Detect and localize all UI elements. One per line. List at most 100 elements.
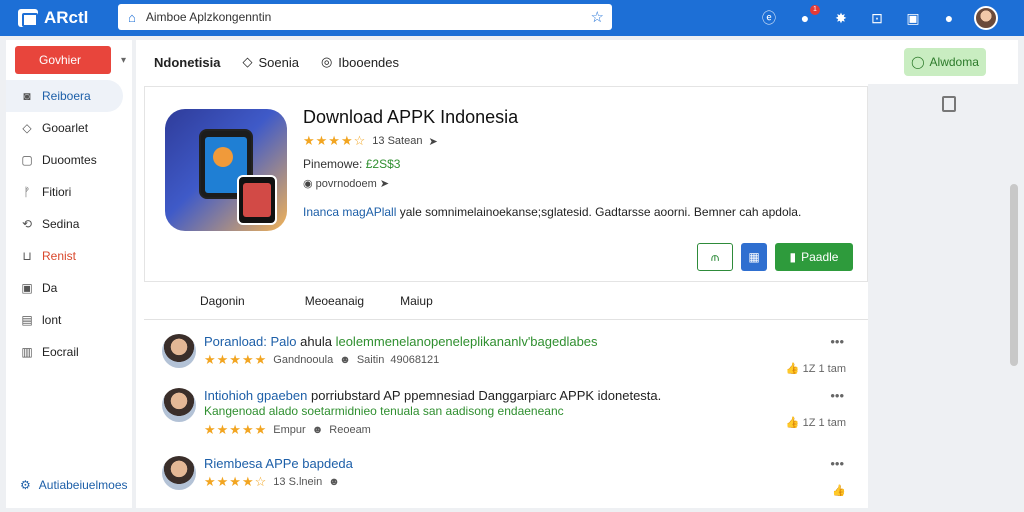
- review-subtitle: leolemmenelanopeneleplikananlv'bagedlabe…: [335, 334, 598, 349]
- download-icon: ▮: [789, 250, 797, 264]
- description-text: yale somnimelainoekanse;sglatesid. Gadta…: [399, 205, 802, 219]
- sidebar-item-eocrail[interactable]: ▥ Eocrail: [6, 336, 132, 368]
- top-bar: ARctl ⌂ Aimboe Aplzkongenntin ☆ ⓔ ● 1 ✸ ⊡…: [0, 0, 1024, 36]
- sidebar-item-duoomtes[interactable]: ▢ Duoomtes: [6, 144, 132, 176]
- tab-meoeanaig[interactable]: Meoeanaig: [287, 294, 382, 308]
- refresh-icon: ⟲: [21, 217, 33, 231]
- apps-icon[interactable]: ▣: [902, 7, 924, 29]
- avatar[interactable]: [162, 456, 196, 490]
- thumbs-up-icon: 👍: [832, 485, 846, 497]
- bookmark-button[interactable]: ⫙: [697, 243, 733, 271]
- document-icon[interactable]: [942, 96, 956, 112]
- avatar[interactable]: [974, 6, 998, 30]
- avatar[interactable]: [162, 334, 196, 368]
- tag-icon: ◇: [242, 54, 253, 69]
- search-text: Aimboe Aplzkongenntin: [145, 10, 272, 24]
- sidebar-item-gooarlet[interactable]: ◇ Gooarlet: [6, 112, 132, 144]
- logo-icon: [18, 9, 38, 27]
- pin-icon: ◉: [303, 178, 313, 190]
- upload-icon[interactable]: ⊡: [866, 7, 888, 29]
- developer-row: ◉ povrnodoem ➤: [303, 177, 389, 190]
- scrollbar[interactable]: [1010, 184, 1018, 366]
- tab-dagonin[interactable]: Dagonin: [144, 294, 287, 308]
- sidebar-item-label: lont: [42, 313, 62, 327]
- toolbar-title: Ndonetisia: [154, 54, 221, 70]
- action-button-label: Alwdoma: [929, 55, 979, 69]
- tab-ibooendes[interactable]: ◎ Ibooendes: [321, 54, 399, 70]
- share-icon[interactable]: ➤: [380, 178, 389, 190]
- review-headline: porriubstard AP ppemnesiad Danggarpiarc …: [311, 388, 662, 403]
- grid-icon: ▦: [748, 250, 760, 264]
- review-meta-2: Saitin: [356, 354, 385, 366]
- review-headline: ahula: [300, 334, 332, 349]
- review-title: Poranload: Palo ahula leolemmenelanopene…: [204, 334, 598, 349]
- review-meta: ★★★★★ Gandnooula ☻ Saitin 49068121: [204, 352, 439, 368]
- install-button[interactable]: ▮ Paadle: [775, 243, 853, 271]
- rating-stars: ★★★★☆: [303, 133, 367, 148]
- sidebar-item-label: Sedina: [42, 217, 80, 231]
- card-actions: ⫙ ▦ ▮ Paadle: [697, 243, 853, 271]
- sidebar-item-lont[interactable]: ▤ lont: [6, 304, 132, 336]
- review-meta: ★★★★★ Empur ☻ Reoeam: [204, 422, 377, 438]
- reviewer-name[interactable]: Poranload: Palo: [204, 334, 297, 349]
- like-count[interactable]: 👍 1Z 1 tam: [786, 416, 846, 429]
- more-options-icon[interactable]: •••: [830, 456, 844, 471]
- app-logo[interactable]: ARctl: [0, 8, 118, 28]
- star-icon[interactable]: ☆: [591, 8, 604, 26]
- sidebar-footer[interactable]: ⚙ Autiabeiuelmoes: [6, 474, 128, 496]
- sidebar-item-label: Renist: [42, 249, 77, 263]
- compose-button[interactable]: Govhier: [15, 46, 111, 74]
- bookmark-icon: ◇: [22, 121, 32, 135]
- tab-soenia[interactable]: ◇ Soenia: [242, 54, 298, 70]
- like-count[interactable]: 👍: [832, 484, 846, 497]
- app-card: Download APPK Indonesia ★★★★☆ 13 Satean …: [144, 86, 868, 282]
- reviewer-name[interactable]: Riembesa APPe bapdeda: [204, 456, 353, 471]
- review-stars: ★★★★☆: [204, 474, 268, 489]
- review-meta-2: Reoeam: [329, 424, 371, 436]
- sidebar-item-sedina[interactable]: ⟲ Sedina: [6, 208, 132, 240]
- review-meta-1: 13 S.lnein: [273, 476, 323, 488]
- share-icon[interactable]: ➤: [428, 135, 437, 148]
- sidebar-item-label: Eocrail: [42, 345, 79, 359]
- folder-icon: ▢: [21, 153, 33, 167]
- emoji-icon: ☻: [328, 476, 340, 488]
- sidebar-item-reiboera[interactable]: ◙ Reiboera: [6, 80, 123, 112]
- developer-name[interactable]: povrnodoem: [316, 178, 377, 190]
- action-button[interactable]: ◯ Alwdoma: [904, 48, 986, 76]
- brand-name: ARctl: [44, 8, 89, 27]
- tab-maiup[interactable]: Maiup: [382, 294, 451, 308]
- tab-indonesia[interactable]: Ndonetisia: [154, 55, 220, 70]
- avatar[interactable]: [162, 388, 196, 422]
- sidebar-item-da[interactable]: ▣ Da: [6, 272, 132, 304]
- reviews-list: Poranload: Palo ahula leolemmenelanopene…: [144, 324, 868, 508]
- price-label: Pinemowe:: [303, 157, 363, 171]
- help-icon[interactable]: ⓔ: [758, 7, 780, 29]
- review-meta: ★★★★☆ 13 S.lnein ☻: [204, 474, 352, 490]
- home-icon: ◙: [23, 89, 31, 103]
- thumbs-up-icon: 👍: [785, 417, 800, 429]
- like-count[interactable]: 👍 1Z 1 tam: [786, 362, 846, 375]
- install-label: Paadle: [801, 250, 839, 264]
- like-count-label: 1Z 1 tam: [802, 363, 846, 375]
- more-options-icon[interactable]: •••: [830, 334, 844, 349]
- chevron-down-icon[interactable]: ▾: [121, 55, 126, 66]
- info-icon[interactable]: ●: [938, 7, 960, 29]
- like-count-label: 1Z 1 tam: [802, 417, 846, 429]
- sidebar-item-fitiori[interactable]: ᚠ Fitiori: [6, 176, 132, 208]
- settings-icon[interactable]: ✸: [830, 7, 852, 29]
- tag-icon: ⊔: [22, 249, 32, 263]
- search-input[interactable]: ⌂ Aimboe Aplzkongenntin ☆: [118, 4, 612, 30]
- sidebar-item-renist[interactable]: ⊔ Renist: [6, 240, 132, 272]
- phone-icon: [237, 175, 277, 225]
- sidebar-item-label: Reiboera: [42, 89, 91, 103]
- app-title: Download APPK Indonesia: [303, 107, 519, 127]
- rating-row: ★★★★☆ 13 Satean ➤: [303, 133, 438, 149]
- reviewer-name[interactable]: Intiohioh gpaeben: [204, 388, 307, 403]
- home-icon: ⌂: [128, 9, 136, 25]
- notifications-icon[interactable]: ● 1: [794, 5, 820, 29]
- description-link[interactable]: Inanca magAPlall: [303, 205, 396, 219]
- grid-button[interactable]: ▦: [741, 243, 767, 271]
- review-meta-1: Gandnooula: [273, 354, 334, 366]
- right-column: [868, 84, 1018, 508]
- more-options-icon[interactable]: •••: [830, 388, 844, 403]
